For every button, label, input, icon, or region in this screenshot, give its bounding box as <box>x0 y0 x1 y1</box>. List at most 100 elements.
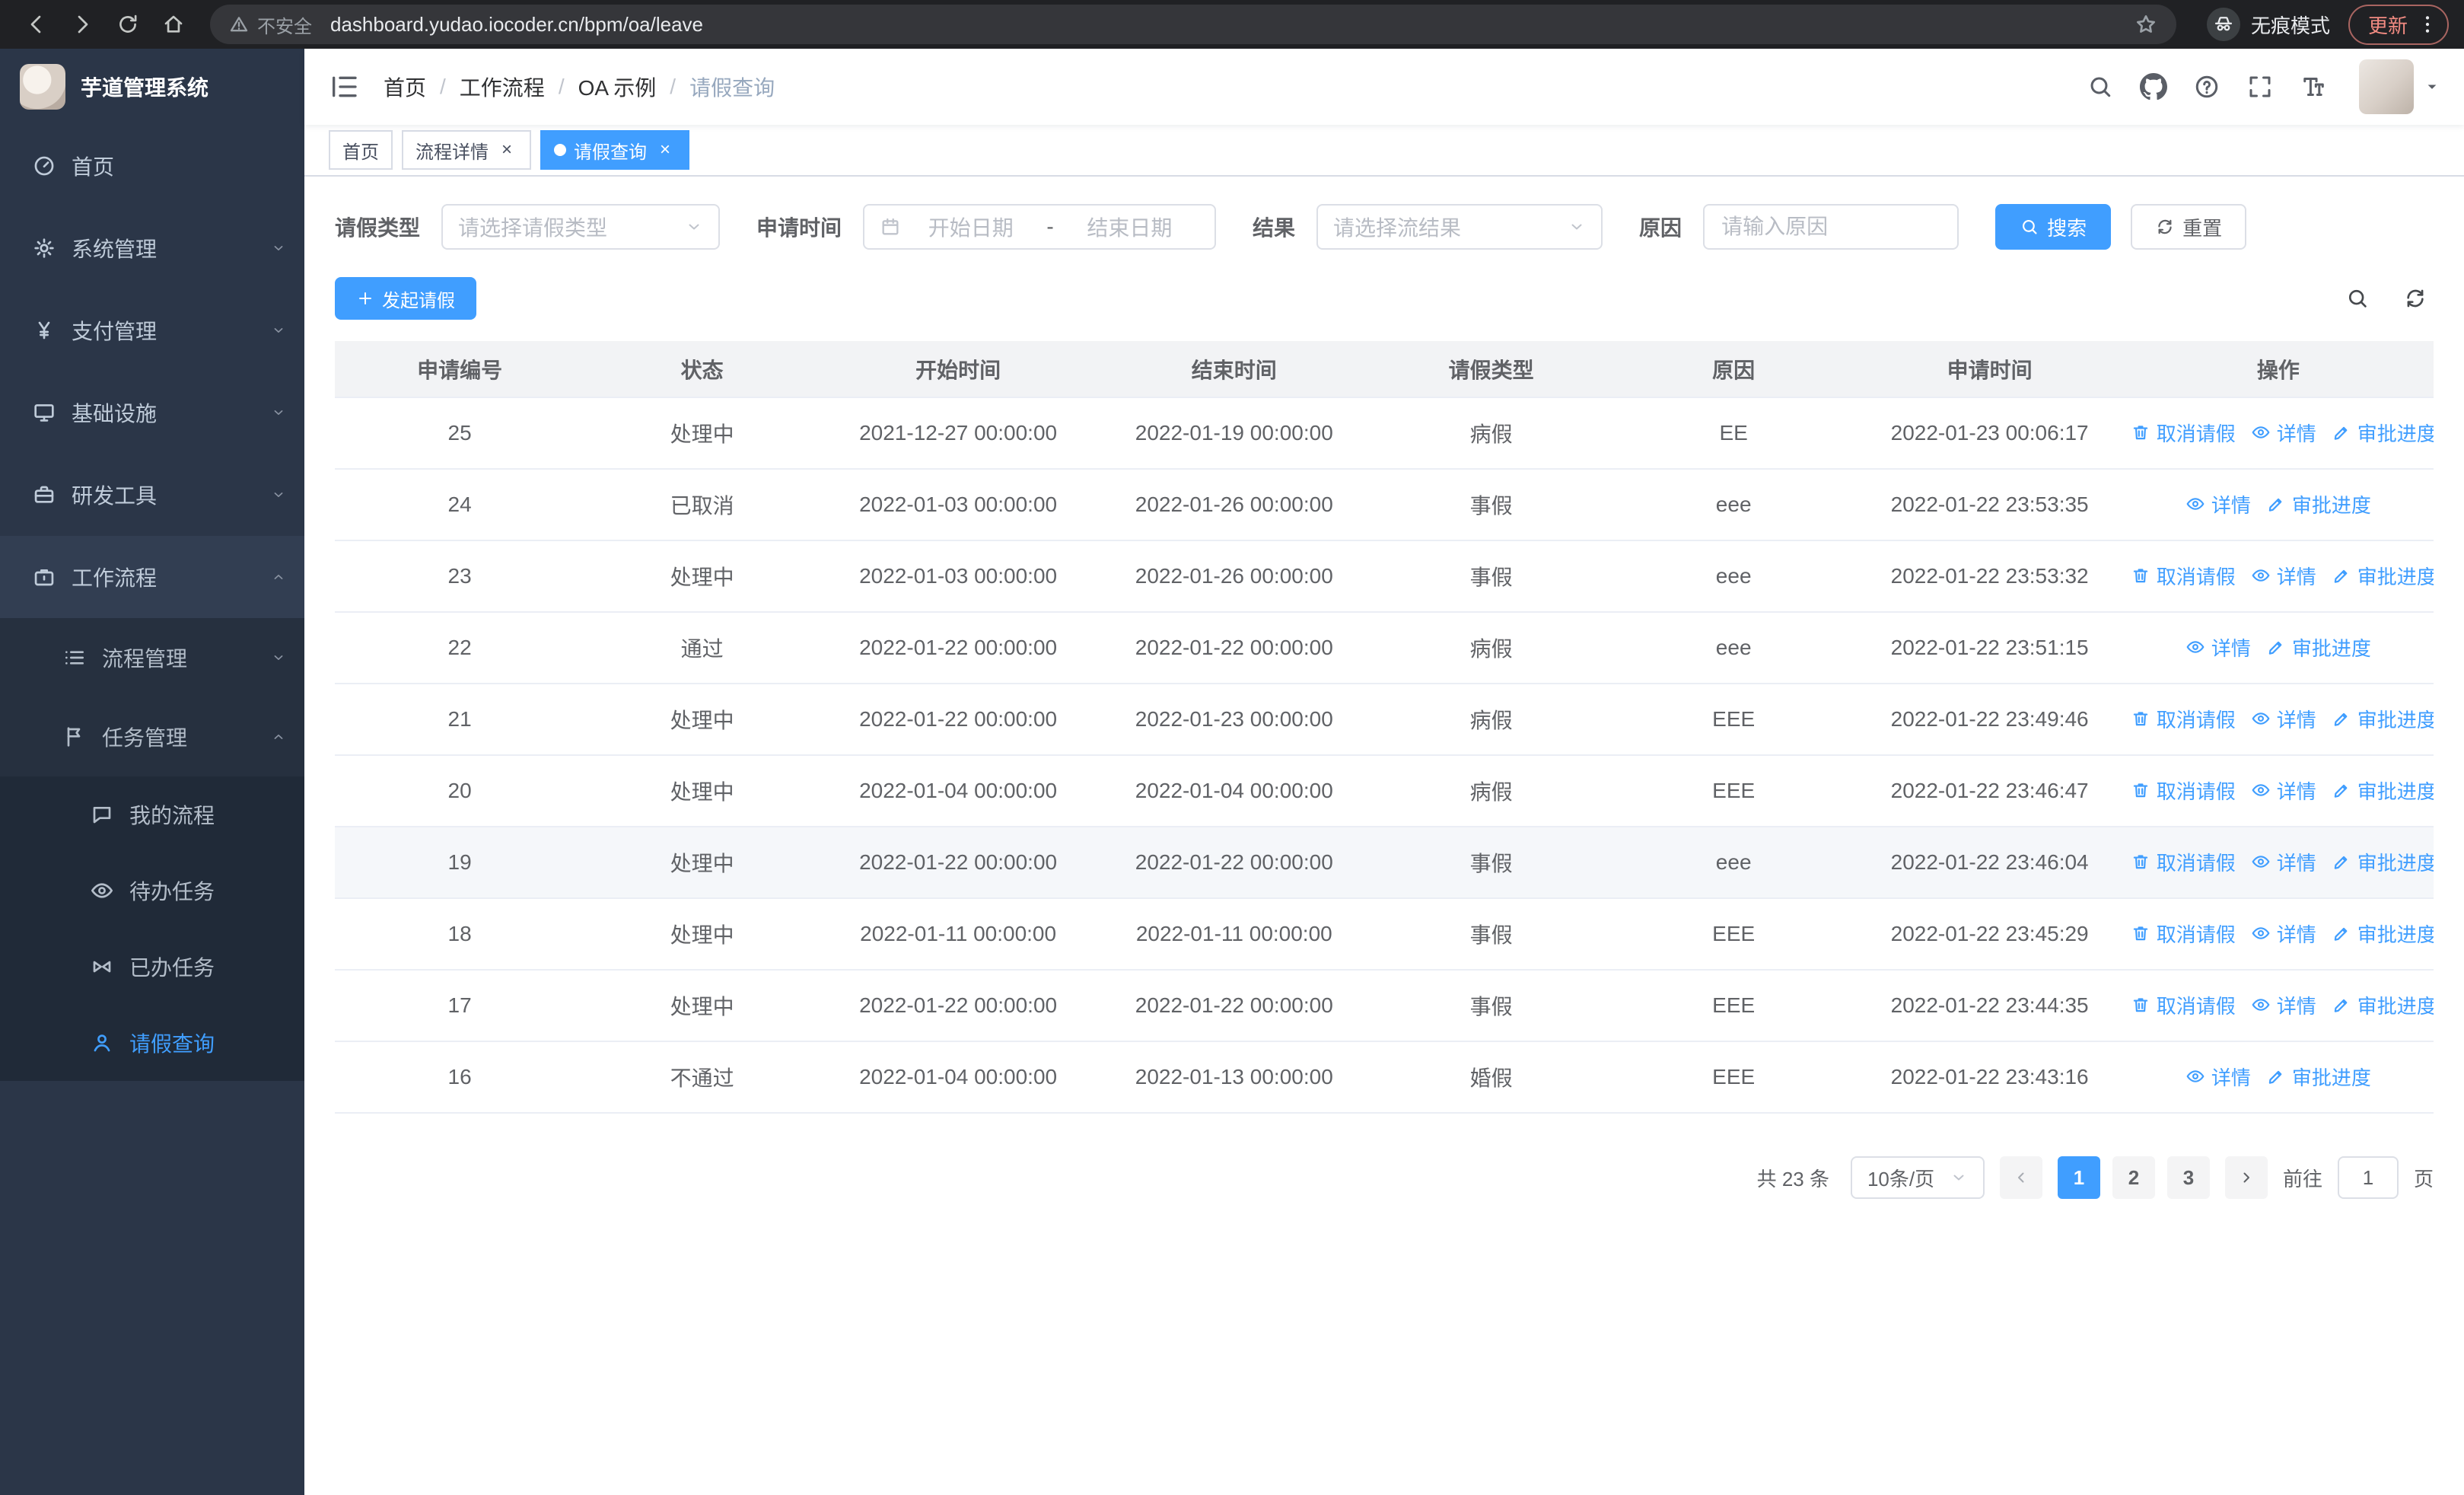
toggle-search-icon[interactable] <box>2345 286 2370 311</box>
approval-progress-link[interactable]: 审批进度 <box>2332 848 2434 876</box>
apply-time-range-picker[interactable]: 开始日期 - 结束日期 <box>863 204 1217 250</box>
user-menu[interactable] <box>2359 59 2440 114</box>
detail-link[interactable]: 详情 <box>2251 848 2316 876</box>
security-warning[interactable]: 不安全 <box>228 11 312 38</box>
op-label: 审批进度 <box>2291 1066 2371 1089</box>
leave-table: 申请编号 状态 开始时间 结束时间 请假类型 原因 申请时间 操作 25 处理中 2021-12-2… <box>335 341 2434 1114</box>
approval-progress-link[interactable]: 审批进度 <box>2332 776 2434 805</box>
detail-link[interactable]: 详情 <box>2251 991 2316 1019</box>
tab-close-icon[interactable]: × <box>654 139 676 161</box>
font-size-icon[interactable] <box>2300 73 2327 100</box>
end-date-placeholder[interactable]: 结束日期 <box>1060 212 1199 242</box>
leave-type-select[interactable]: 请选择请假类型 <box>441 204 721 250</box>
sidebar-item-payment-management[interactable]: 支付管理 <box>0 289 304 371</box>
sidebar-item-workflow[interactable]: 工作流程 <box>0 536 304 618</box>
sidebar-item-done-tasks[interactable]: 已办任务 <box>0 929 304 1005</box>
approval-progress-link[interactable]: 审批进度 <box>2266 1063 2371 1091</box>
table-row-24[interactable]: 24 已取消 2022-01-03 00:00:00 2022-01-26 00:00… <box>335 469 2434 541</box>
sidebar-item-system-management[interactable]: 系统管理 <box>0 207 304 289</box>
detail-link[interactable]: 详情 <box>2185 1063 2251 1091</box>
op-label: 详情 <box>2276 708 2316 732</box>
forward-icon <box>70 12 94 37</box>
breadcrumb-item-2[interactable]: OA 示例 <box>578 72 657 102</box>
breadcrumb-item-1[interactable]: 工作流程 <box>460 72 545 102</box>
page-number-1[interactable]: 1 <box>2057 1156 2100 1199</box>
table-row-20[interactable]: 20 处理中 2022-01-04 00:00:00 2022-01-04 00:00… <box>335 755 2434 827</box>
table-row-25[interactable]: 25 处理中 2021-12-27 00:00:00 2022-01-19 00:00… <box>335 397 2434 470</box>
sidebar-item-leave-query[interactable]: 请假查询 <box>0 1005 304 1081</box>
tab-home[interactable]: 首页 <box>329 130 393 170</box>
sidebar-item-todo-tasks[interactable]: 待办任务 <box>0 853 304 929</box>
start-date-placeholder[interactable]: 开始日期 <box>901 212 1040 242</box>
approval-progress-link[interactable]: 审批进度 <box>2266 633 2371 661</box>
cancel-leave-link[interactable]: 取消请假 <box>2131 419 2236 447</box>
user-avatar[interactable] <box>2359 59 2414 114</box>
tab-leave-query[interactable]: 请假查询 × <box>540 130 689 170</box>
prev-page-button[interactable] <box>1999 1156 2042 1199</box>
tab-close-icon[interactable]: × <box>496 139 517 161</box>
browser-update-button[interactable]: 更新 <box>2348 4 2449 45</box>
detail-link[interactable]: 详情 <box>2251 562 2316 590</box>
detail-link[interactable]: 详情 <box>2185 633 2251 661</box>
create-leave-button[interactable]: 发起请假 <box>335 277 476 320</box>
page-number-3[interactable]: 3 <box>2166 1156 2210 1199</box>
reason-input[interactable] <box>1703 204 1959 250</box>
table-row-16[interactable]: 16 不通过 2022-01-04 00:00:00 2022-01-13 00:00… <box>335 1041 2434 1114</box>
filter-form: 请假类型 请选择请假类型 申请时间 开始日期 - 结束日期 结果 请选择流结果 … <box>335 204 2434 250</box>
table-row-19[interactable]: 19 处理中 2022-01-22 00:00:00 2022-01-22 00:00… <box>335 827 2434 899</box>
browser-home-button[interactable] <box>152 3 195 46</box>
tab-process-detail[interactable]: 流程详情 × <box>402 130 531 170</box>
table-row-23[interactable]: 23 处理中 2022-01-03 00:00:00 2022-01-26 00:00… <box>335 540 2434 613</box>
refresh-table-icon[interactable] <box>2403 286 2427 311</box>
browser-back-button[interactable] <box>15 3 58 46</box>
result-select[interactable]: 请选择流结果 <box>1316 204 1603 250</box>
detail-link[interactable]: 详情 <box>2251 776 2316 805</box>
detail-link[interactable]: 详情 <box>2251 920 2316 948</box>
cancel-leave-link[interactable]: 取消请假 <box>2131 920 2236 948</box>
table-row-22[interactable]: 22 通过 2022-01-22 00:00:00 2022-01-22 00:00:… <box>335 612 2434 684</box>
breadcrumb-item-0[interactable]: 首页 <box>384 72 426 102</box>
approval-progress-link[interactable]: 审批进度 <box>2332 991 2434 1019</box>
browser-forward-button[interactable] <box>61 3 103 46</box>
detail-link[interactable]: 详情 <box>2251 705 2316 733</box>
address-bar[interactable]: 不安全 dashboard.yudao.iocoder.cn/bpm/oa/le… <box>210 5 2176 44</box>
approval-progress-link[interactable]: 审批进度 <box>2266 490 2371 518</box>
sidebar-item-my-process[interactable]: 我的流程 <box>0 776 304 853</box>
app-logo[interactable]: 芋道管理系统 <box>0 49 304 125</box>
navbar-actions <box>2087 59 2440 114</box>
cancel-leave-link[interactable]: 取消请假 <box>2131 705 2236 733</box>
approval-progress-link[interactable]: 审批进度 <box>2332 419 2434 447</box>
cancel-leave-link[interactable]: 取消请假 <box>2131 776 2236 805</box>
sidebar-item-task-management[interactable]: 任务管理 <box>0 697 304 776</box>
approval-progress-link[interactable]: 审批进度 <box>2332 705 2434 733</box>
browser-menu-icon[interactable] <box>2415 12 2440 37</box>
search-button[interactable]: 搜索 <box>1995 204 2112 250</box>
detail-link[interactable]: 详情 <box>2251 419 2316 447</box>
sidebar-item-dev-tools[interactable]: 研发工具 <box>0 454 304 536</box>
sidebar-collapse-button[interactable] <box>329 72 359 102</box>
goto-page-input[interactable] <box>2337 1156 2399 1199</box>
reset-button[interactable]: 重置 <box>2131 204 2247 250</box>
detail-link[interactable]: 详情 <box>2185 490 2251 518</box>
cancel-leave-link[interactable]: 取消请假 <box>2131 991 2236 1019</box>
url-text[interactable]: dashboard.yudao.iocoder.cn/bpm/oa/leave <box>330 13 2134 37</box>
table-row-21[interactable]: 21 处理中 2022-01-22 00:00:00 2022-01-23 00:00… <box>335 684 2434 756</box>
next-page-button[interactable] <box>2224 1156 2268 1199</box>
cancel-leave-link[interactable]: 取消请假 <box>2131 848 2236 876</box>
fullscreen-icon[interactable] <box>2246 73 2274 100</box>
sidebar-item-infrastructure[interactable]: 基础设施 <box>0 371 304 454</box>
sidebar-item-process-management[interactable]: 流程管理 <box>0 618 304 697</box>
table-row-17[interactable]: 17 处理中 2022-01-22 00:00:00 2022-01-22 00:00… <box>335 970 2434 1042</box>
cancel-leave-link[interactable]: 取消请假 <box>2131 562 2236 590</box>
page-number-2[interactable]: 2 <box>2112 1156 2155 1199</box>
sidebar-item-home[interactable]: 首页 <box>0 125 304 207</box>
page-size-select[interactable]: 10条/页 <box>1850 1156 1985 1199</box>
browser-reload-button[interactable] <box>107 3 149 46</box>
help-icon[interactable] <box>2193 73 2220 100</box>
header-search-icon[interactable] <box>2087 73 2114 100</box>
approval-progress-link[interactable]: 审批进度 <box>2332 562 2434 590</box>
github-icon[interactable] <box>2140 73 2167 100</box>
bookmark-star-icon[interactable] <box>2134 12 2158 37</box>
approval-progress-link[interactable]: 审批进度 <box>2332 920 2434 948</box>
table-row-18[interactable]: 18 处理中 2022-01-11 00:00:00 2022-01-11 00:00… <box>335 898 2434 971</box>
